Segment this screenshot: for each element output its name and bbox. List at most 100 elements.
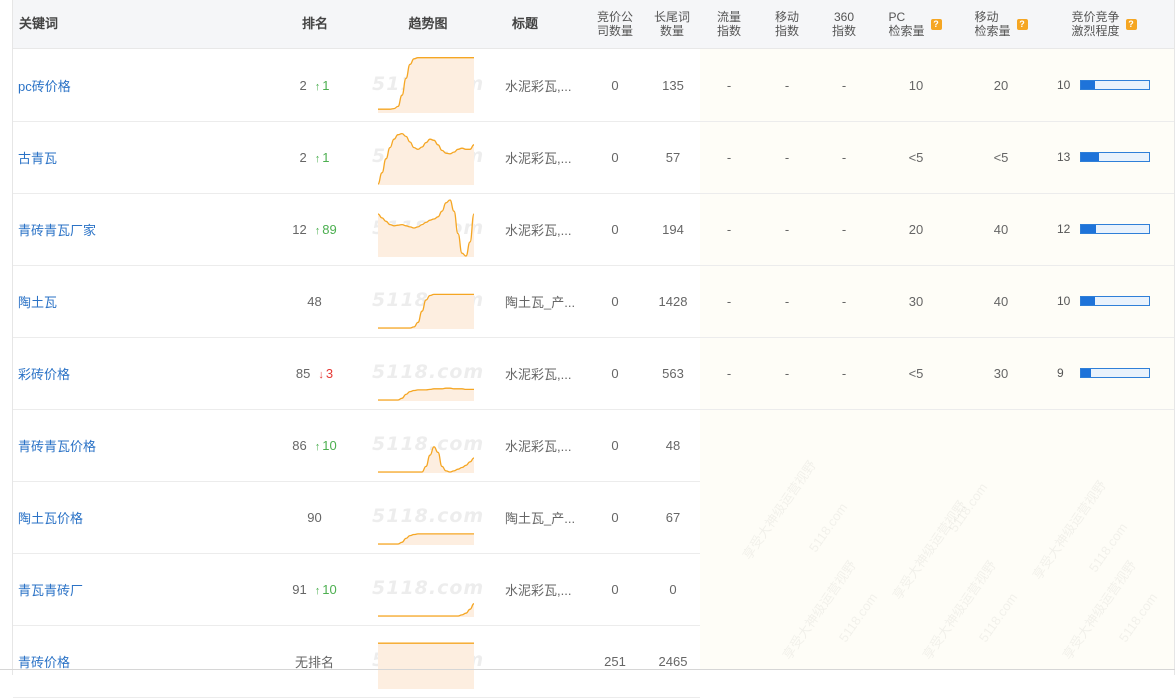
longtail-cell[interactable]: 563 — [649, 337, 697, 409]
competition-bar-fill — [1081, 153, 1099, 161]
keyword-link[interactable]: 彩砖价格 — [18, 337, 70, 409]
rank-change: ↑ 1 — [315, 150, 330, 165]
rank-value: 86 — [292, 437, 307, 453]
competition-cell: 10 — [1057, 49, 1157, 121]
trend-area — [378, 533, 474, 545]
keyword-link[interactable]: 陶土瓦价格 — [18, 481, 83, 553]
table-header: 关键词 排名 趋势图 标题 竞价公 司数量 长尾词 数量 流量 指数 移动 指数… — [13, 0, 1174, 49]
keyword-link[interactable]: 青砖青瓦厂家 — [18, 193, 96, 265]
trend-sparkline — [378, 199, 474, 257]
longtail-cell[interactable]: 135 — [649, 49, 697, 121]
rank-change-value: 10 — [322, 437, 337, 453]
rank-change-value: 1 — [322, 149, 330, 165]
trend-sparkline — [378, 132, 474, 185]
trend-cell[interactable]: 5118.com — [372, 193, 483, 265]
trend-line — [378, 603, 474, 617]
trend-area — [378, 57, 474, 113]
mobile-index-cell: - — [784, 149, 790, 165]
competition-bar — [1080, 224, 1150, 234]
longtail-cell[interactable]: 1428 — [649, 265, 697, 337]
trend-cell[interactable]: 5118.com — [372, 337, 483, 409]
rank-change-value: 10 — [322, 581, 337, 597]
rank-value: 2 — [299, 77, 307, 93]
trend-cell[interactable]: 5118.com — [372, 409, 483, 481]
competition-cell: 9 — [1057, 337, 1157, 409]
keyword-link[interactable]: 古青瓦 — [18, 121, 57, 193]
rank-change: ↑ 10 — [315, 438, 337, 453]
col-flow-header[interactable]: 流量 指数 — [709, 0, 749, 48]
index-360-cell: - — [841, 365, 847, 381]
trend-cell[interactable]: 5118.com — [372, 49, 483, 121]
rank-cell: 86 ↑ 10 — [263, 409, 366, 481]
mobile-index-cell: - — [784, 77, 790, 93]
trend-sparkline — [378, 603, 474, 617]
competition-value: 9 — [1057, 366, 1064, 380]
keyword-link[interactable]: pc砖价格 — [18, 49, 71, 121]
flow-index-cell: - — [726, 221, 732, 237]
trend-sparkline — [378, 387, 474, 401]
trend-cell[interactable]: 5118.com — [372, 121, 483, 193]
competition-bar — [1080, 296, 1150, 306]
col-title-header: 标题 — [511, 16, 538, 31]
rank-value: 2 — [299, 149, 307, 165]
col-trend-header: 趋势图 — [408, 16, 448, 31]
longtail-cell[interactable]: 0 — [649, 553, 697, 625]
help-icon[interactable]: ? — [1016, 18, 1028, 30]
trend-cell[interactable]: 5118.com — [372, 265, 483, 337]
rank-cell: 2 ↑ 1 — [263, 121, 366, 193]
index-360-cell: - — [841, 77, 847, 93]
keyword-link[interactable]: 青砖青瓦价格 — [18, 409, 96, 481]
index-360-cell: - — [841, 293, 847, 309]
keyword-link[interactable]: 陶土瓦 — [18, 265, 57, 337]
flow-index-cell: - — [726, 149, 732, 165]
pc-search-cell: 10 — [908, 77, 924, 93]
title-cell: 水泥彩瓦,... — [505, 438, 572, 454]
trend-cell[interactable]: 5118.com — [372, 553, 483, 625]
longtail-cell[interactable]: 57 — [649, 121, 697, 193]
arrow-up-icon: ↑ — [314, 224, 321, 237]
col-competition-header[interactable]: 竞价竞争 激烈程度? — [1059, 0, 1149, 48]
col-longtail-header[interactable]: 长尾词 数量 — [647, 0, 697, 48]
rank-cell: 85 ↓ 3 — [263, 337, 366, 409]
col-mobile-search-header[interactable]: 移动 检索量? — [961, 0, 1041, 48]
competitors-cell: 0 — [611, 581, 619, 597]
pc-search-cell: <5 — [908, 365, 924, 381]
help-icon[interactable]: ? — [930, 18, 942, 30]
longtail-cell[interactable]: 2465 — [649, 625, 697, 697]
pc-search-cell: <5 — [908, 149, 924, 165]
keyword-link[interactable]: 青瓦青砖厂 — [18, 553, 83, 625]
rank-change: ↓ 3 — [318, 366, 333, 381]
table-row: 青瓦青砖厂 91 ↑ 10 5118.com 水泥彩瓦,... 0 0 — [13, 553, 700, 626]
competitors-cell: 0 — [611, 149, 619, 165]
trend-cell[interactable]: 5118.com — [372, 481, 483, 553]
trend-cell[interactable]: 5118.com — [372, 625, 483, 697]
arrow-down-icon: ↓ — [318, 368, 324, 381]
competition-bar — [1080, 80, 1150, 90]
competition-value: 13 — [1057, 150, 1071, 164]
rank-change: ↑ 1 — [315, 78, 330, 93]
mobile-search-cell: 30 — [993, 365, 1009, 381]
table-row: 彩砖价格 85 ↓ 3 5118.com 水泥彩瓦,... 0 563 - - - <5 30 9 — [13, 337, 1174, 410]
pc-search-cell: 30 — [908, 293, 924, 309]
rank-cell: 91 ↑ 10 — [263, 553, 366, 625]
trend-sparkline — [378, 57, 474, 113]
title-cell: 水泥彩瓦,... — [505, 366, 572, 382]
longtail-cell[interactable]: 67 — [649, 481, 697, 553]
competitors-cell: 0 — [611, 293, 619, 309]
longtail-cell[interactable]: 48 — [649, 409, 697, 481]
flow-index-cell: - — [726, 293, 732, 309]
col-pc-search-header[interactable]: PC 检索量? — [875, 0, 955, 48]
title-cell: 水泥彩瓦,... — [505, 582, 572, 598]
col-rank-header[interactable]: 排名 — [293, 0, 337, 48]
col-mobile-index-header[interactable]: 移动 指数 — [767, 0, 807, 48]
longtail-cell[interactable]: 194 — [649, 193, 697, 265]
help-icon[interactable]: ? — [1125, 18, 1137, 30]
keyword-link[interactable]: 青砖价格 — [18, 625, 70, 697]
arrow-up-icon: ↑ — [314, 80, 321, 93]
rank-change: ↑ 10 — [315, 582, 337, 597]
col-keyword-header[interactable]: 关键词 — [19, 0, 59, 48]
col-competitors-header[interactable]: 竞价公 司数量 — [591, 0, 639, 48]
col-360-header[interactable]: 360 指数 — [824, 0, 864, 48]
trend-sparkline — [378, 533, 474, 545]
competitors-cell: 0 — [611, 365, 619, 381]
